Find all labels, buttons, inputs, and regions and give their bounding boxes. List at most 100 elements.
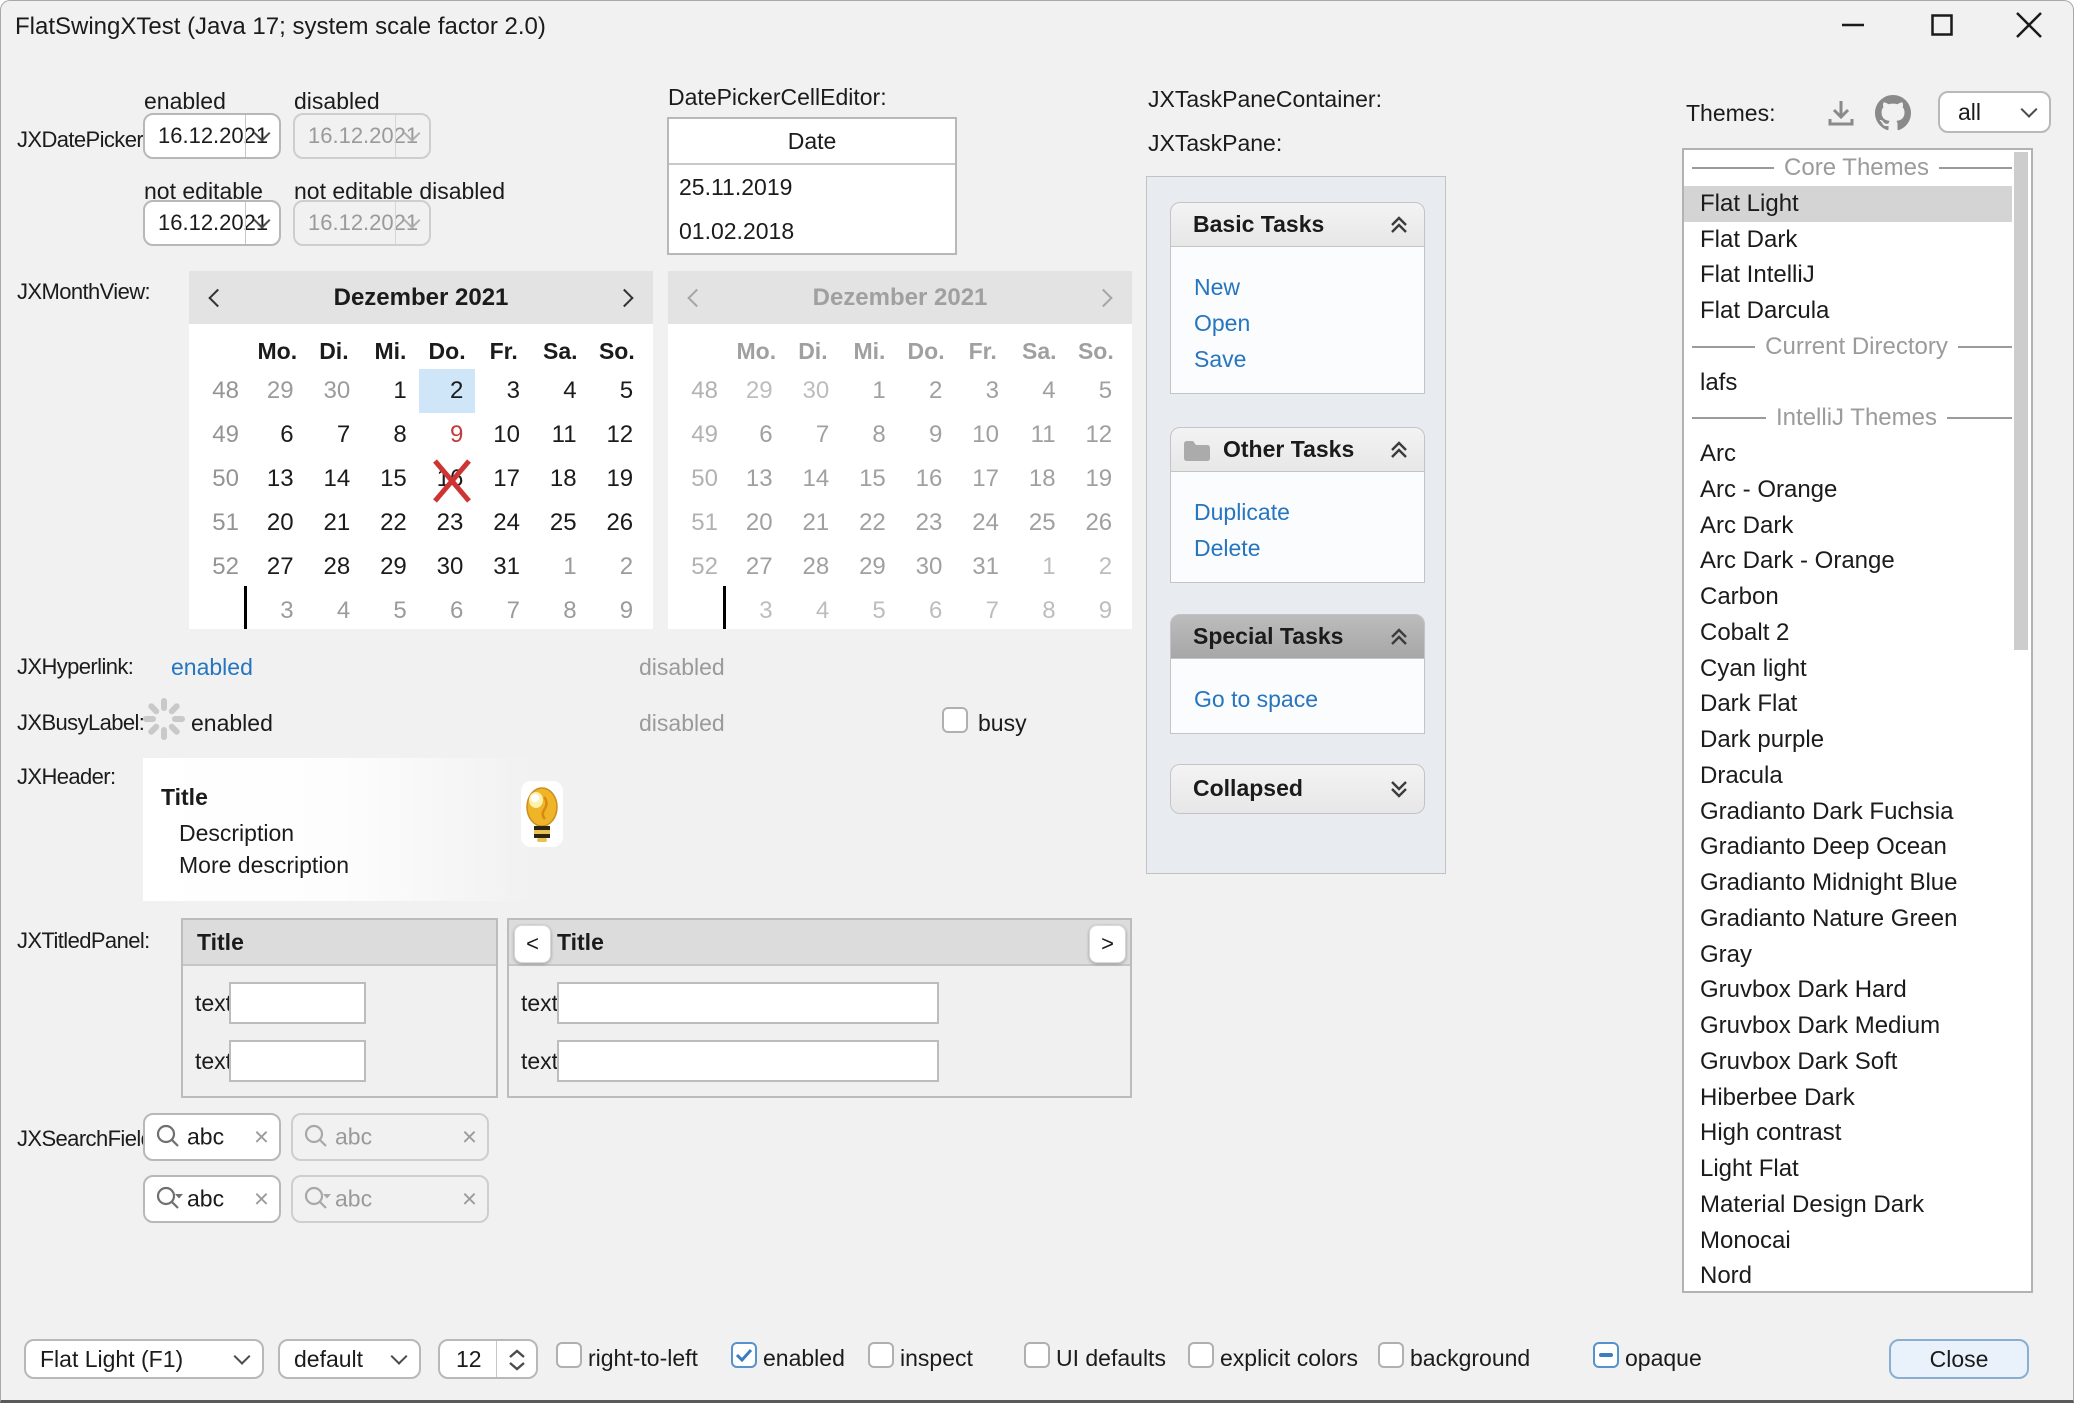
clear-icon[interactable]: × — [462, 1122, 477, 1153]
theme-list-item[interactable]: Hiberbee Dark — [1684, 1080, 2031, 1116]
day-cell[interactable]: 24 — [475, 501, 532, 545]
scrollbar-thumb[interactable] — [2014, 152, 2028, 650]
github-icon[interactable] — [1875, 95, 1911, 131]
day-cell[interactable]: 7 — [954, 589, 1011, 633]
download-icon[interactable] — [1825, 97, 1857, 129]
taskpane-link[interactable]: Go to space — [1194, 683, 1424, 719]
table-row[interactable]: 01.02.2018 — [669, 209, 955, 253]
theme-list-item[interactable]: Gradianto Deep Ocean — [1684, 829, 2031, 865]
day-cell[interactable]: 19 — [1068, 457, 1125, 501]
day-cell[interactable]: 8 — [841, 413, 898, 457]
day-cell[interactable]: 6 — [728, 413, 785, 457]
theme-list-item[interactable]: Gradianto Midnight Blue — [1684, 865, 2031, 901]
day-cell[interactable]: 13 — [249, 457, 306, 501]
day-cell[interactable]: 3 — [954, 369, 1011, 413]
theme-list-item[interactable]: Flat IntelliJ — [1684, 257, 2031, 293]
font-size-spinner[interactable]: 12 — [438, 1339, 538, 1379]
checkbox-opaque[interactable] — [1593, 1342, 1619, 1368]
theme-list-item[interactable]: Gradianto Nature Green — [1684, 901, 2031, 937]
day-cell[interactable]: 2 — [419, 369, 476, 413]
date-table[interactable]: Date 25.11.2019 01.02.2018 — [667, 117, 957, 255]
day-cell[interactable]: 4 — [785, 589, 842, 633]
checkbox-explicit-colors[interactable] — [1188, 1342, 1214, 1368]
day-cell[interactable]: 15 — [841, 457, 898, 501]
searchfield-menu-enabled[interactable]: abc × — [143, 1175, 281, 1223]
hyperlink-enabled[interactable]: enabled — [171, 654, 253, 681]
theme-list-item[interactable]: Cyan light — [1684, 651, 2031, 687]
theme-list-item[interactable]: lafs — [1684, 365, 2031, 401]
clear-icon[interactable]: × — [254, 1184, 269, 1215]
theme-list-item[interactable]: Arc Dark — [1684, 508, 2031, 544]
day-cell[interactable]: 8 — [1011, 589, 1068, 633]
theme-list-item[interactable]: Arc — [1684, 436, 2031, 472]
day-cell[interactable]: 24 — [954, 501, 1011, 545]
day-cell[interactable]: 6 — [419, 589, 476, 633]
day-cell[interactable]: 3 — [475, 369, 532, 413]
day-cell[interactable]: 31 — [954, 545, 1011, 589]
theme-list-item[interactable]: Arc Dark - Orange — [1684, 543, 2031, 579]
laf-combobox[interactable]: Flat Light (F1) — [24, 1339, 264, 1379]
theme-list-item[interactable]: High contrast — [1684, 1115, 2031, 1151]
day-cell[interactable]: 26 — [1068, 501, 1125, 545]
searchfield-enabled[interactable]: abc × — [143, 1113, 281, 1161]
day-cell[interactable]: 13 — [728, 457, 785, 501]
theme-list-item[interactable]: Flat Darcula — [1684, 293, 2031, 329]
taskpane-group-header[interactable]: Other Tasks — [1170, 427, 1425, 472]
day-cell[interactable]: 5 — [1068, 369, 1125, 413]
day-cell[interactable]: 12 — [589, 413, 646, 457]
day-cell[interactable]: 17 — [954, 457, 1011, 501]
day-cell[interactable]: 28 — [306, 545, 363, 589]
clear-icon[interactable]: × — [254, 1122, 269, 1153]
minimize-button[interactable] — [1820, 1, 1886, 48]
day-cell[interactable]: 7 — [785, 413, 842, 457]
day-cell[interactable]: 15 — [362, 457, 419, 501]
day-cell[interactable]: 2 — [589, 545, 646, 589]
taskpane-link[interactable]: Open — [1194, 307, 1424, 343]
day-cell[interactable]: 11 — [1011, 413, 1068, 457]
day-cell[interactable]: 6 — [898, 589, 955, 633]
day-cell[interactable]: 21 — [785, 501, 842, 545]
day-cell[interactable]: 30 — [419, 545, 476, 589]
day-cell[interactable]: 14 — [306, 457, 363, 501]
day-cell[interactable]: 22 — [362, 501, 419, 545]
taskpane-group-header[interactable]: Basic Tasks — [1170, 202, 1425, 247]
day-cell[interactable]: 16 — [898, 457, 955, 501]
theme-list-item[interactable]: Material Design Dark — [1684, 1187, 2031, 1223]
day-cell[interactable]: 27 — [249, 545, 306, 589]
theme-list-item[interactable]: Gradianto Dark Fuchsia — [1684, 794, 2031, 830]
day-cell[interactable]: 22 — [841, 501, 898, 545]
day-cell[interactable]: 2 — [898, 369, 955, 413]
day-cell[interactable]: 9 — [589, 589, 646, 633]
day-cell[interactable]: 8 — [362, 413, 419, 457]
checkbox-background[interactable] — [1378, 1342, 1404, 1368]
day-cell[interactable]: 1 — [1011, 545, 1068, 589]
checkbox-enabled[interactable] — [731, 1342, 757, 1368]
day-cell[interactable]: 31 — [475, 545, 532, 589]
table-row[interactable]: 25.11.2019 — [669, 165, 955, 209]
theme-list-item[interactable]: Flat Dark — [1684, 222, 2031, 258]
collapse-chevron-icon[interactable] — [1388, 779, 1410, 799]
day-cell[interactable]: 17 — [475, 457, 532, 501]
titledpanel-right-button[interactable]: > — [1089, 925, 1126, 963]
day-cell[interactable]: 29 — [249, 369, 306, 413]
theme-list-item[interactable]: Carbon — [1684, 579, 2031, 615]
day-cell[interactable]: 25 — [532, 501, 589, 545]
day-cell[interactable]: 4 — [1011, 369, 1068, 413]
day-cell[interactable]: 1 — [532, 545, 589, 589]
theme-list-item[interactable]: Cobalt 2 — [1684, 615, 2031, 651]
datepicker-dropdown-button[interactable] — [245, 202, 279, 244]
taskpane-link[interactable]: New — [1194, 271, 1424, 307]
day-cell[interactable]: 8 — [532, 589, 589, 633]
taskpane-link[interactable]: Delete — [1194, 532, 1424, 568]
day-cell[interactable]: 7 — [306, 413, 363, 457]
day-cell[interactable]: 29 — [841, 545, 898, 589]
datepicker-enabled[interactable]: 16.12.2021 — [143, 113, 281, 159]
taskpane-link[interactable]: Duplicate — [1194, 496, 1424, 532]
day-cell[interactable]: 6 — [249, 413, 306, 457]
collapse-chevron-icon[interactable] — [1388, 627, 1410, 647]
day-cell[interactable]: 1 — [362, 369, 419, 413]
taskpane-group-header[interactable]: Collapsed — [1170, 764, 1425, 814]
themes-list[interactable]: Core ThemesFlat LightFlat DarkFlat Intel… — [1682, 148, 2033, 1293]
day-cell[interactable]: 29 — [728, 369, 785, 413]
collapse-chevron-icon[interactable] — [1388, 215, 1410, 235]
